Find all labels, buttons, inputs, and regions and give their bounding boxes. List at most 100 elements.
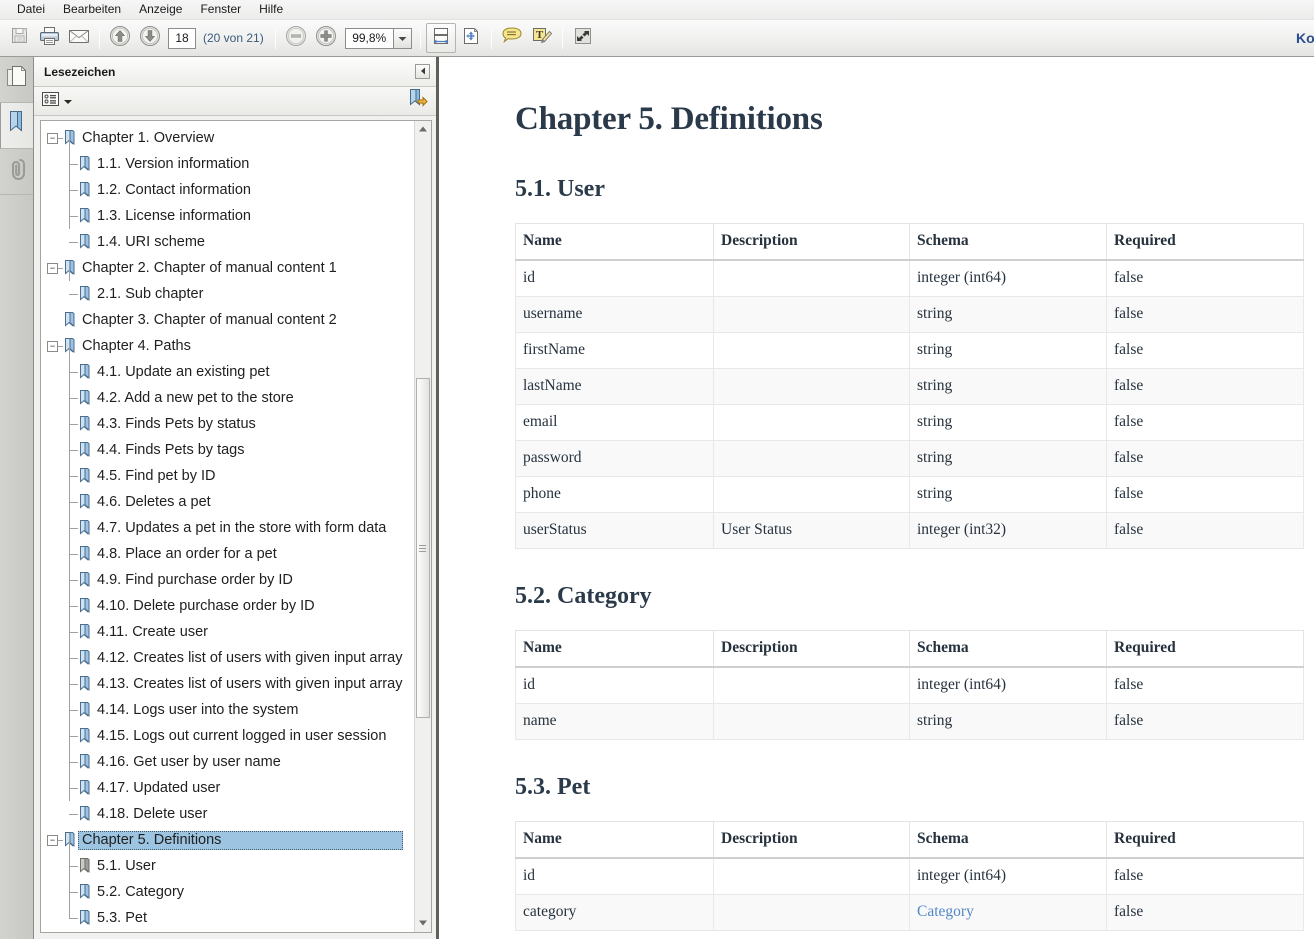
tree-connector: [56, 580, 78, 619]
scroll-down-button[interactable]: [415, 915, 432, 932]
menu-item-hilfe[interactable]: Hilfe: [250, 1, 292, 18]
zoom-level-input[interactable]: 99,8%: [344, 27, 393, 49]
bookmark-item[interactable]: 4.5. Find pet by ID: [41, 450, 414, 489]
bookmark-ribbon-icon: [63, 129, 78, 147]
bookmark-item[interactable]: 4.17. Updated user: [41, 762, 414, 801]
bookmark-item[interactable]: Chapter 3. Chapter of manual content 2: [41, 307, 414, 333]
bookmark-ribbon-icon: [78, 415, 93, 433]
rail-item-bookmarks[interactable]: [0, 103, 33, 149]
page-counter-label: (20 von 21): [203, 31, 264, 45]
document-viewer[interactable]: Chapter 5. Definitions 5.1. User Name Desc…: [439, 57, 1314, 939]
bookmark-item[interactable]: 4.8. Place an order for a pet: [41, 528, 414, 567]
scrollbar-thumb[interactable]: [415, 378, 430, 718]
bookmark-item[interactable]: 5.3. Pet: [41, 892, 414, 931]
bookmark-item[interactable]: − Chapter 4. Paths: [41, 333, 414, 359]
bookmark-item[interactable]: 1.1. Version information: [41, 138, 414, 177]
sidebar-title: Lesezeichen: [44, 64, 116, 79]
bookmark-item[interactable]: 4.4. Finds Pets by tags: [41, 424, 414, 463]
tree-connector: [56, 398, 78, 437]
cell-schema: string: [909, 332, 1107, 369]
bookmark-indent: [41, 736, 93, 775]
bookmark-item[interactable]: − Chapter 5. Definitions: [41, 827, 414, 853]
bookmark-item[interactable]: 4.13. Creates list of users with given i…: [41, 658, 414, 697]
tree-collapse-toggle[interactable]: −: [47, 132, 58, 144]
bookmark-ribbon-icon: [78, 441, 93, 459]
bookmark-item[interactable]: 4.12. Creates list of users with given i…: [41, 632, 414, 671]
cell-description: [713, 296, 910, 333]
bookmark-item[interactable]: 4.18. Delete user: [41, 788, 414, 827]
zoom-dropdown-button[interactable]: [392, 27, 412, 49]
bookmark-indent: [41, 346, 93, 385]
fullscreen-button[interactable]: [568, 23, 598, 53]
bookmark-item[interactable]: 4.11. Create user: [41, 606, 414, 645]
highlight-text-button[interactable]: T: [527, 23, 557, 53]
menu-item-fenster[interactable]: Fenster: [191, 1, 250, 18]
bookmark-item[interactable]: 4.15. Logs out current logged in user se…: [41, 710, 414, 749]
bookmark-item[interactable]: 5.1. User: [41, 840, 414, 879]
bookmark-item[interactable]: 4.2. Add a new pet to the store: [41, 372, 414, 411]
bookmark-item[interactable]: 2.1. Sub chapter: [41, 268, 414, 307]
rail-item-attachments[interactable]: [0, 149, 33, 195]
bookmark-item[interactable]: 4.9. Find purchase order by ID: [41, 554, 414, 593]
comment-panel-label[interactable]: Kommentar: [1296, 30, 1314, 46]
bookmark-item[interactable]: − Chapter 1. Overview: [41, 125, 414, 151]
scrollbar-track[interactable]: [415, 138, 432, 915]
zoom-in-button[interactable]: [311, 23, 341, 53]
bookmark-item[interactable]: 1.3. License information: [41, 190, 414, 229]
bookmark-tree[interactable]: − Chapter 1. Overview 1.1. Version informa…: [41, 121, 414, 932]
scroll-up-button[interactable]: [415, 121, 432, 138]
bookmark-item[interactable]: 1.4. URI scheme: [41, 216, 414, 255]
bookmark-item[interactable]: 4.10. Delete purchase order by ID: [41, 580, 414, 619]
bookmark-indent: [41, 476, 93, 515]
tree-collapse-toggle[interactable]: −: [47, 834, 58, 846]
bookmark-item[interactable]: 4.14. Logs user into the system: [41, 684, 414, 723]
table-row: id integer (int64) false: [515, 259, 1304, 297]
rail-item-pages[interactable]: [0, 57, 33, 103]
bookmark-ribbon-icon: [78, 155, 93, 173]
collapse-sidebar-button[interactable]: [415, 64, 430, 79]
scroll-arrow-up-icon: [419, 125, 427, 134]
bookmark-indent: [41, 528, 93, 567]
expand-current-bookmark-button[interactable]: [406, 87, 430, 116]
sidebar-toolbar: [34, 87, 436, 116]
menu-item-anzeige[interactable]: Anzeige: [130, 1, 191, 18]
bookmark-ribbon-icon: [63, 311, 78, 329]
zoom-out-button[interactable]: [281, 23, 311, 53]
bookmark-options-button[interactable]: [40, 89, 73, 114]
bookmark-item[interactable]: 4.3. Finds Pets by status: [41, 398, 414, 437]
print-button[interactable]: [34, 23, 64, 53]
column-header: Required: [1106, 630, 1304, 668]
add-comment-button[interactable]: [497, 23, 527, 53]
menu-item-bearbeiten[interactable]: Bearbeiten: [54, 1, 130, 18]
schema-link[interactable]: Category: [917, 903, 974, 920]
bookmark-item[interactable]: 4.16. Get user by user name: [41, 736, 414, 775]
menu-item-datei[interactable]: Datei: [8, 1, 54, 18]
page-number-input[interactable]: 18: [168, 27, 196, 49]
save-button[interactable]: [4, 23, 34, 53]
previous-page-button[interactable]: [105, 23, 135, 53]
cell-required: false: [1106, 440, 1304, 477]
bookmark-item[interactable]: 5.2. Category: [41, 866, 414, 905]
bookmark-label: Chapter 4. Paths: [82, 337, 191, 354]
cell-description: [713, 404, 910, 441]
next-page-button[interactable]: [135, 23, 165, 53]
email-button[interactable]: [64, 23, 94, 53]
tree-collapse-toggle[interactable]: −: [47, 262, 58, 274]
tree-connector: [56, 762, 78, 801]
bookmark-item[interactable]: 4.1. Update an existing pet: [41, 346, 414, 385]
bookmark-item[interactable]: 1.2. Contact information: [41, 164, 414, 203]
tree-collapse-toggle[interactable]: −: [47, 340, 58, 352]
bookmark-label: 4.6. Deletes a pet: [97, 493, 211, 510]
table-header-row: Name Description Schema Required: [515, 821, 1304, 859]
bookmark-item[interactable]: − Chapter 2. Chapter of manual content 1: [41, 255, 414, 281]
bookmark-label: 5.1. User: [97, 857, 156, 874]
bookmark-item[interactable]: 4.7. Updates a pet in the store with for…: [41, 502, 414, 541]
column-header: Schema: [909, 223, 1107, 261]
bookmark-item[interactable]: 4.6. Deletes a pet: [41, 476, 414, 515]
bookmark-tree-scrollbar[interactable]: [414, 121, 431, 932]
fit-width-button[interactable]: [425, 23, 456, 53]
table-header-row: Name Description Schema Required: [515, 630, 1304, 668]
bookmark-label: 4.18. Delete user: [97, 805, 208, 822]
cell-name: lastName: [515, 368, 714, 405]
fit-page-button[interactable]: [456, 23, 486, 53]
